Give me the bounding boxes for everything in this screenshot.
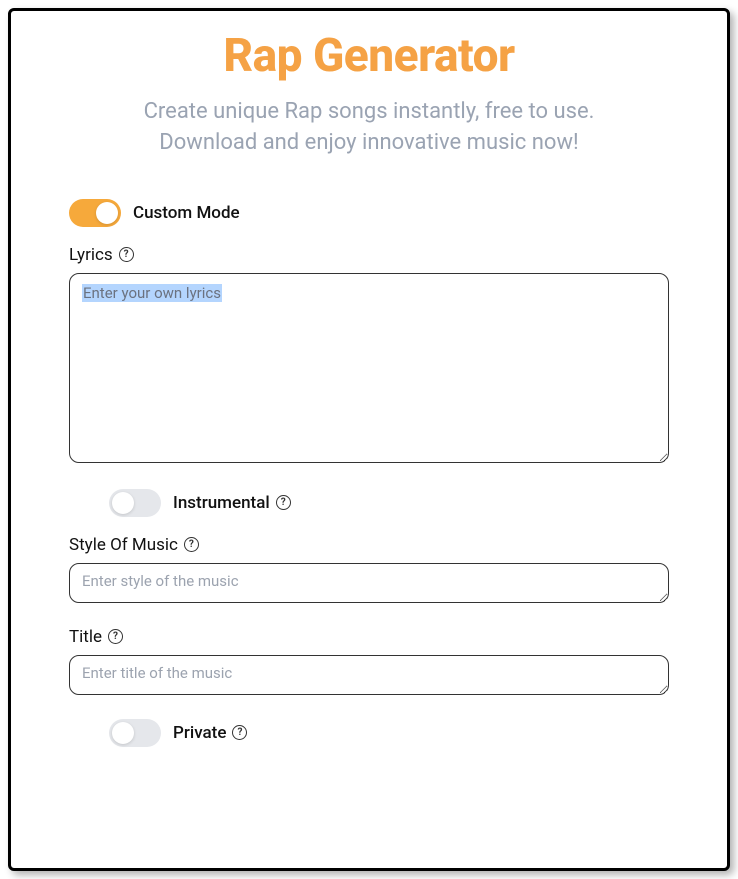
lyrics-input[interactable] xyxy=(69,273,669,463)
instrumental-row: Instrumental ? xyxy=(109,489,669,517)
toggle-knob xyxy=(112,722,134,744)
toggle-knob xyxy=(96,202,118,224)
instrumental-toggle[interactable] xyxy=(109,489,161,517)
style-input[interactable] xyxy=(69,563,669,603)
title-input[interactable] xyxy=(69,655,669,695)
subtitle-line-2: Download and enjoy innovative music now! xyxy=(159,130,578,155)
page-title: Rap Generator xyxy=(69,29,669,83)
instrumental-label-text: Instrumental xyxy=(173,493,270,513)
custom-mode-label: Custom Mode xyxy=(133,203,240,223)
app-frame: Rap Generator Create unique Rap songs in… xyxy=(8,8,730,871)
private-label-text: Private xyxy=(173,723,226,743)
style-label-text: Style Of Music xyxy=(69,535,178,555)
lyrics-label-text: Lyrics xyxy=(69,245,113,265)
help-icon[interactable]: ? xyxy=(276,495,291,510)
lyrics-label: Lyrics ? xyxy=(69,245,669,265)
lyrics-wrapper: Enter your own lyrics xyxy=(69,273,669,489)
help-icon[interactable]: ? xyxy=(184,537,199,552)
content-area: Rap Generator Create unique Rap songs in… xyxy=(11,11,727,747)
help-icon[interactable]: ? xyxy=(119,247,134,262)
custom-mode-toggle[interactable] xyxy=(69,199,121,227)
page-subtitle: Create unique Rap songs instantly, free … xyxy=(69,97,669,159)
title-label-text: Title xyxy=(69,627,102,647)
private-row: Private ? xyxy=(109,719,669,747)
subtitle-line-1: Create unique Rap songs instantly, free … xyxy=(144,99,595,124)
toggle-knob xyxy=(112,492,134,514)
private-label: Private ? xyxy=(173,723,247,743)
private-toggle[interactable] xyxy=(109,719,161,747)
help-icon[interactable]: ? xyxy=(232,725,247,740)
custom-mode-row: Custom Mode xyxy=(69,199,669,227)
title-label: Title ? xyxy=(69,627,669,647)
instrumental-label: Instrumental ? xyxy=(173,493,291,513)
style-label: Style Of Music ? xyxy=(69,535,669,555)
help-icon[interactable]: ? xyxy=(108,629,123,644)
